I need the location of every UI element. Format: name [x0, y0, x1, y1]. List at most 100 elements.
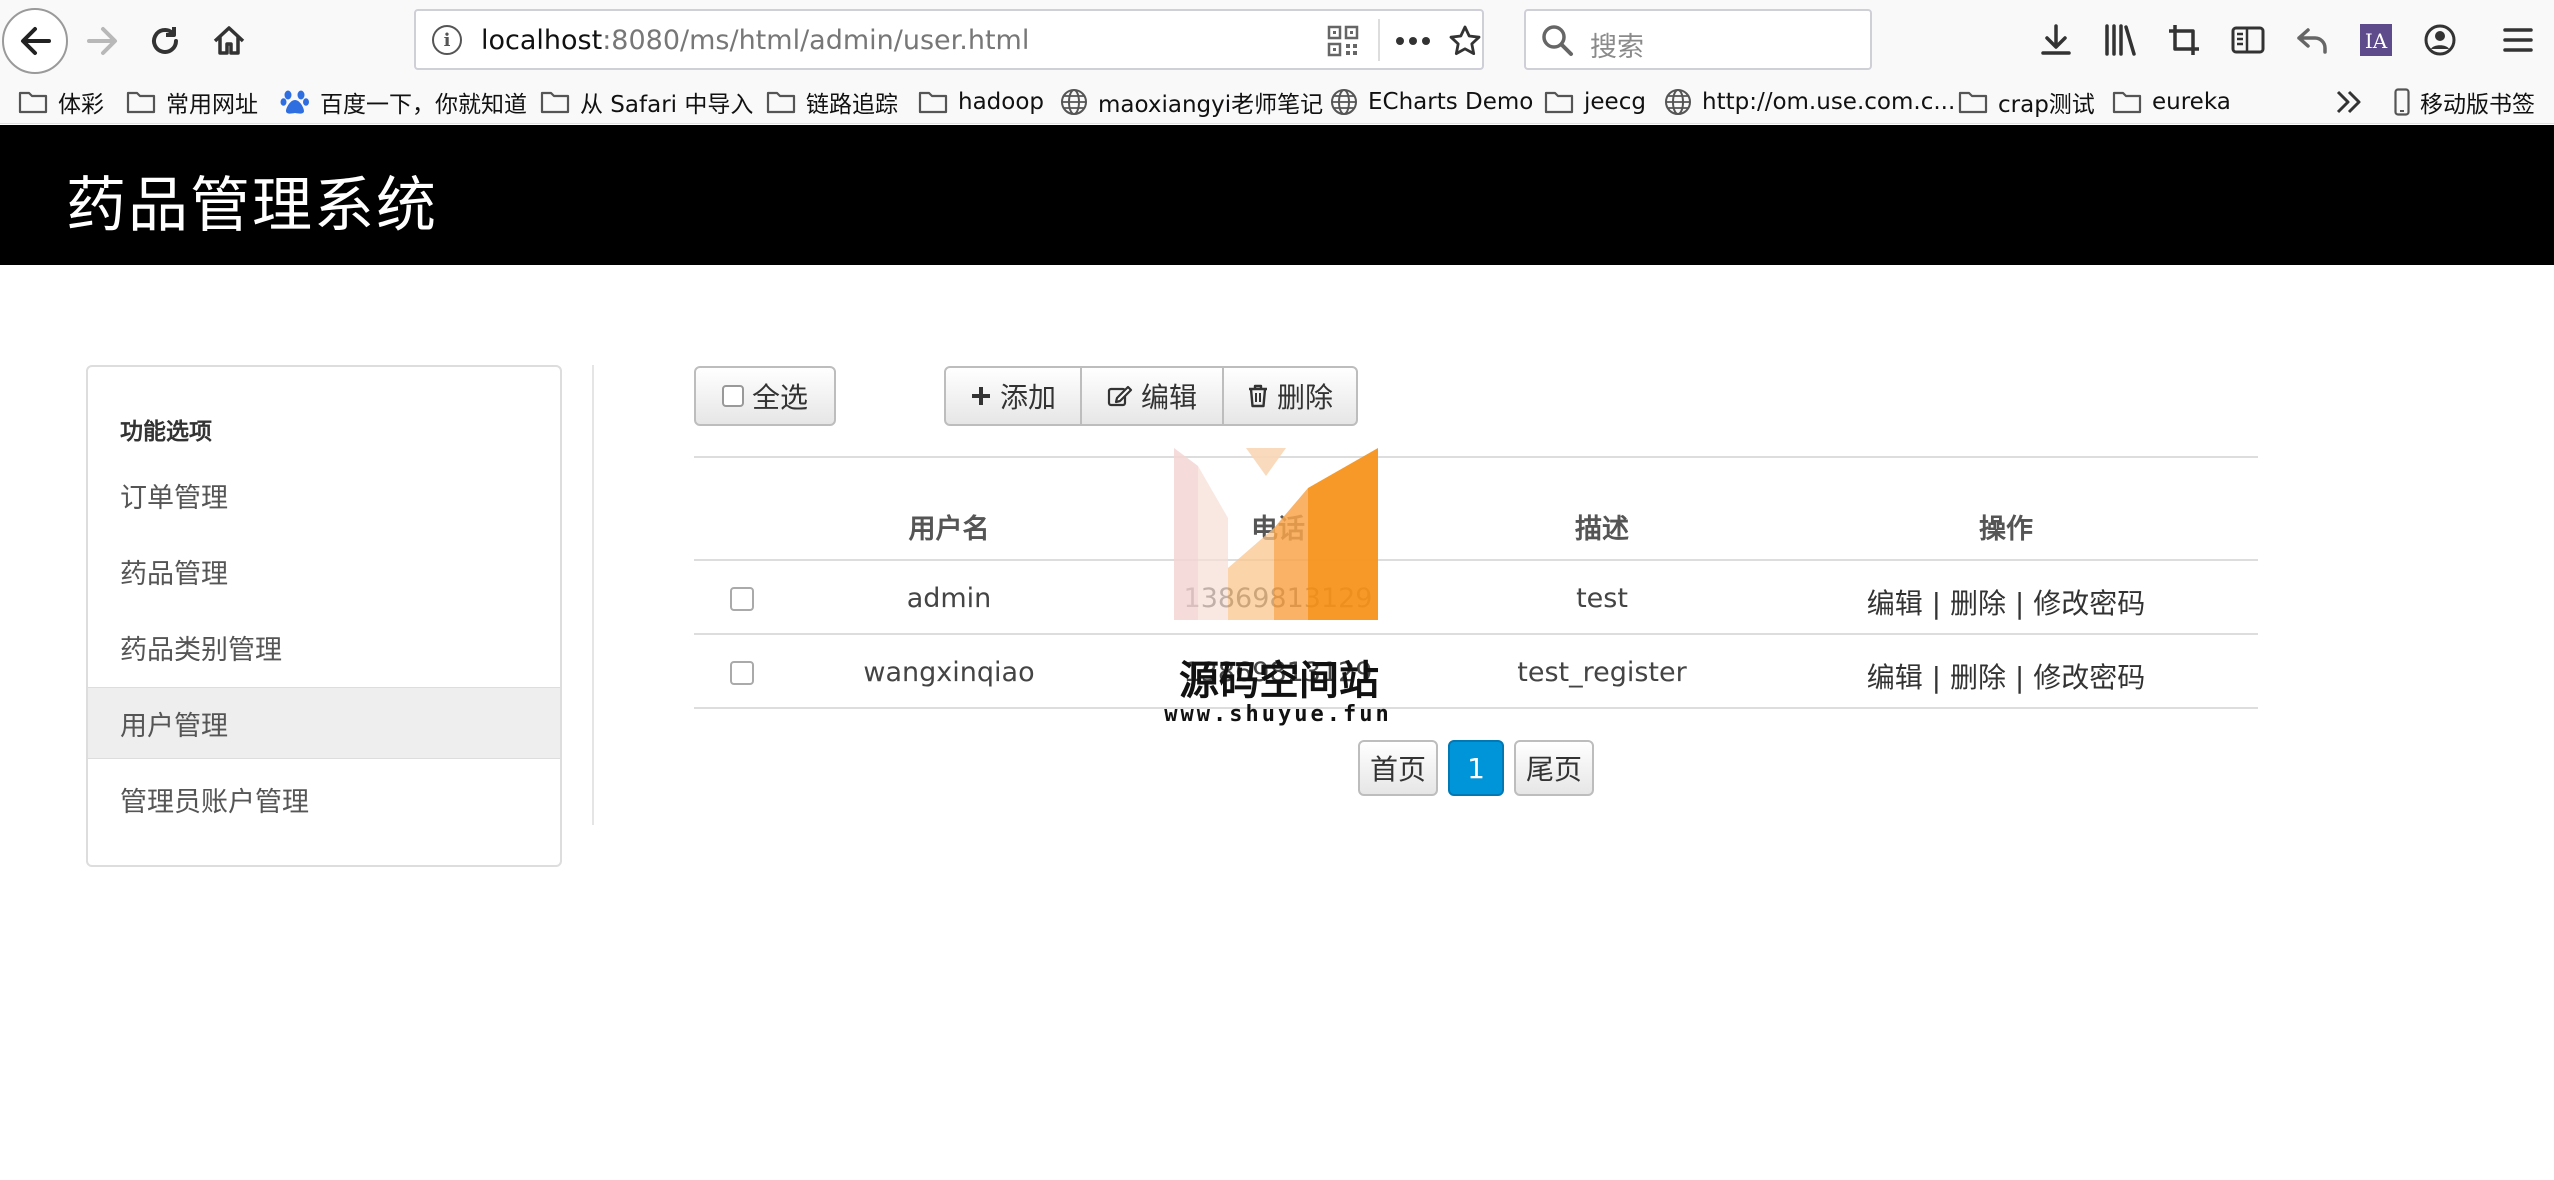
folder-icon	[766, 90, 796, 114]
back-arrow-icon	[21, 27, 51, 55]
account-icon[interactable]	[2418, 18, 2462, 62]
sidebar-heading: 功能选项	[120, 419, 212, 445]
reload-icon	[152, 27, 178, 54]
folder-icon	[18, 90, 48, 114]
reader-view-icon[interactable]	[2226, 18, 2270, 62]
bookmark-item[interactable]: 百度一下，你就知道	[280, 84, 527, 120]
url-text[interactable]: localhost:8080/ms/html/admin/user.html	[481, 25, 1029, 56]
bookmark-item[interactable]: 从 Safari 中导入	[540, 84, 753, 120]
forward-button[interactable]	[70, 8, 136, 74]
extension-ia-icon[interactable]: IA	[2354, 18, 2398, 62]
screenshot-crop-icon[interactable]	[2162, 18, 2206, 62]
folder-icon	[2112, 90, 2142, 114]
bookmark-item[interactable]: hadoop	[918, 84, 1044, 120]
cell-actions: 编辑 | 删除 | 修改密码	[1867, 656, 2146, 696]
sidebar-item-drugs[interactable]: 药品管理	[88, 535, 560, 607]
sidebar-item-admin-accounts[interactable]: 管理员账户管理	[88, 763, 560, 835]
app-title: 药品管理系统	[66, 171, 438, 241]
undo-arrow-icon[interactable]	[2290, 18, 2334, 62]
url-divider	[1378, 19, 1380, 61]
table-bottom-rule	[694, 707, 2258, 709]
baidu-paw-icon	[280, 88, 310, 116]
select-all-button[interactable]: 全选	[694, 366, 836, 426]
column-header-description: 描述	[1575, 514, 1629, 545]
phone-icon	[2394, 88, 2410, 116]
column-header-username: 用户名	[908, 514, 990, 545]
app-header: 药品管理系统	[0, 125, 2554, 265]
select-all-checkbox[interactable]	[721, 385, 744, 407]
bookmark-item[interactable]: maoxiangyi老师笔记	[1060, 84, 1323, 120]
search-placeholder[interactable]: 搜索	[1590, 25, 1644, 64]
bookmark-item[interactable]: eureka	[2112, 84, 2231, 120]
action-separator: |	[1931, 661, 1942, 694]
edit-pencil-icon	[1107, 384, 1133, 408]
cell-username: wangxinqiao	[863, 657, 1035, 688]
action-separator: |	[2014, 661, 2025, 694]
edit-button[interactable]: 编辑	[1080, 366, 1224, 426]
page-current-button[interactable]: 1	[1448, 740, 1504, 796]
search-bar[interactable]: 搜索	[1524, 9, 1872, 70]
home-button[interactable]	[196, 8, 262, 74]
cell-actions: 编辑 | 删除 | 修改密码	[1867, 582, 2146, 622]
page-first-button[interactable]: 首页	[1358, 740, 1438, 796]
row-change-password-link[interactable]: 修改密码	[2033, 587, 2145, 620]
sidebar-item-drug-categories[interactable]: 药品类别管理	[88, 611, 560, 683]
bookmark-item[interactable]: jeecg	[1544, 84, 1646, 120]
folder-icon	[1544, 90, 1574, 114]
page-last-button[interactable]: 尾页	[1514, 740, 1594, 796]
plus-icon	[970, 385, 992, 407]
sidebar: 功能选项 订单管理 药品管理 药品类别管理 用户管理 管理员账户管理	[86, 365, 562, 867]
action-separator: |	[2014, 587, 2025, 620]
site-info-icon[interactable]: i	[432, 25, 462, 55]
browser-toolbar: i localhost:8080/ms/html/admin/user.html…	[0, 0, 2554, 80]
globe-icon	[1330, 88, 1358, 116]
row-delete-link[interactable]: 删除	[1950, 661, 2006, 694]
bookmark-item[interactable]: 链路追踪	[766, 84, 898, 120]
row-checkbox[interactable]	[730, 661, 754, 685]
watermark-url: www.shuyue.fun	[1164, 702, 1392, 727]
bookmarks-overflow-chevron-icon[interactable]	[2334, 84, 2364, 120]
row-checkbox[interactable]	[730, 587, 754, 611]
hamburger-menu-icon[interactable]	[2496, 18, 2540, 62]
qr-code-icon[interactable]	[1324, 22, 1362, 60]
row-delete-link[interactable]: 删除	[1950, 587, 2006, 620]
bookmark-item[interactable]: http://om.use.com.c...	[1664, 84, 1955, 120]
folder-icon	[918, 90, 948, 114]
bookmark-item[interactable]: crap测试	[1958, 84, 2095, 120]
globe-icon	[1664, 88, 1692, 116]
bookmark-item[interactable]: 体彩	[18, 84, 104, 120]
column-header-actions: 操作	[1979, 514, 2033, 545]
bookmarks-bar: 体彩 常用网址 百度一下，你就知道 从 Safari 中导入 链路追踪 hado…	[0, 80, 2554, 124]
url-bar[interactable]: i localhost:8080/ms/html/admin/user.html	[414, 9, 1484, 70]
watermark-text: 源码空间站	[1179, 658, 1379, 704]
folder-icon	[540, 90, 570, 114]
delete-button[interactable]: 删除	[1222, 366, 1358, 426]
reload-button[interactable]	[132, 8, 198, 74]
row-change-password-link[interactable]: 修改密码	[2033, 661, 2145, 694]
table-top-rule	[694, 456, 2258, 458]
library-icon[interactable]	[2098, 18, 2142, 62]
svg-text:IA: IA	[2365, 29, 2388, 53]
sidebar-item-orders[interactable]: 订单管理	[88, 459, 560, 531]
home-icon	[213, 26, 245, 55]
globe-icon	[1060, 88, 1088, 116]
table-row-rule	[694, 633, 2258, 635]
folder-icon	[126, 90, 156, 114]
search-icon	[1542, 25, 1573, 56]
folder-icon	[1958, 90, 1988, 114]
forward-arrow-icon	[87, 27, 117, 55]
table-header-rule	[694, 559, 2258, 561]
row-edit-link[interactable]: 编辑	[1867, 661, 1923, 694]
row-edit-link[interactable]: 编辑	[1867, 587, 1923, 620]
cell-username: admin	[906, 583, 992, 614]
mobile-bookmarks[interactable]: 移动版书签	[2394, 84, 2535, 120]
back-button[interactable]	[2, 8, 68, 74]
bookmark-star-icon[interactable]	[1446, 22, 1484, 60]
add-button[interactable]: 添加	[944, 366, 1082, 426]
more-actions-icon[interactable]	[1394, 22, 1432, 60]
content-divider	[592, 365, 594, 825]
bookmark-item[interactable]: 常用网址	[126, 84, 258, 120]
download-icon[interactable]	[2034, 18, 2078, 62]
sidebar-item-users[interactable]: 用户管理	[88, 687, 560, 759]
bookmark-item[interactable]: ECharts Demo	[1330, 84, 1533, 120]
